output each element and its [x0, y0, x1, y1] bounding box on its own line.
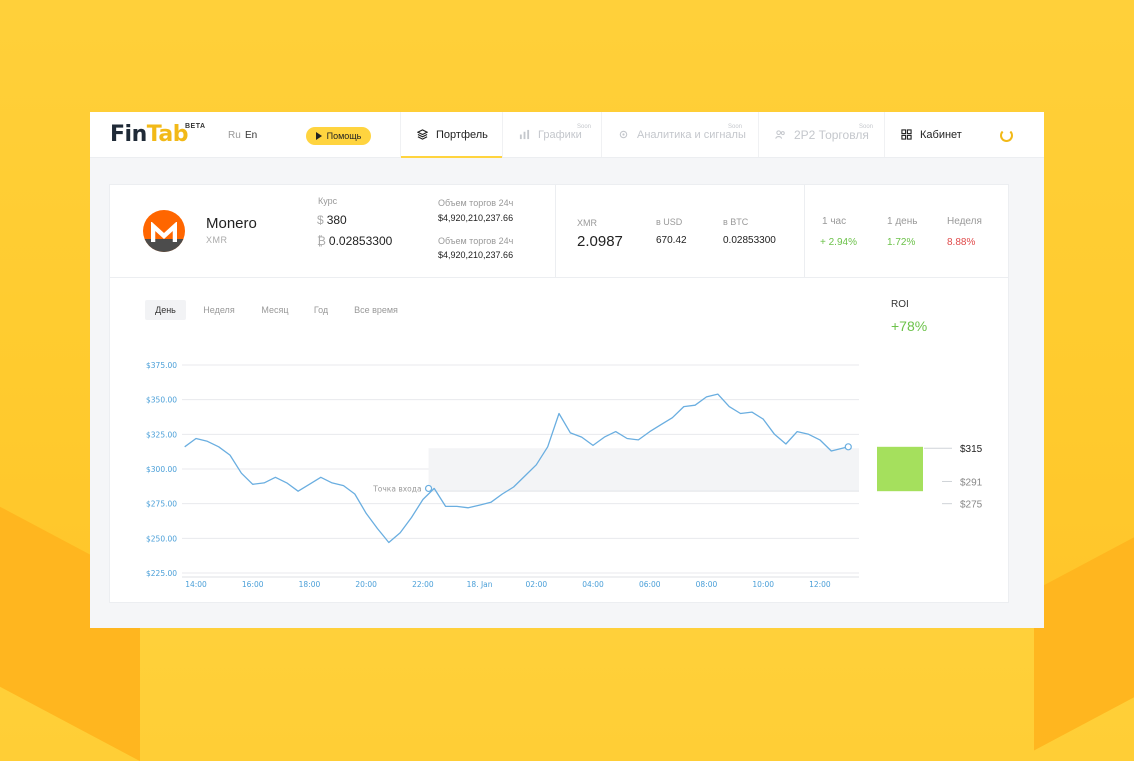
nav-analytics-label: Аналитика и сигналы [637, 128, 746, 141]
y-tick-label: $225.00 [146, 569, 177, 578]
gear-icon [619, 130, 628, 139]
current-point-marker [844, 443, 852, 451]
fintab-logo[interactable]: FinTab [110, 122, 189, 147]
entry-point-label: Точка входа [372, 484, 421, 493]
y-tick-label: $250.00 [146, 534, 177, 543]
x-tick-label: 08:00 [696, 580, 718, 589]
top-navigation-bar: FinTab BETA Ru En Помощь Портфель График… [90, 112, 1044, 158]
nav-analytics[interactable]: Аналитика и сигналы Soon [601, 112, 758, 157]
language-ru[interactable]: Ru [228, 130, 241, 141]
beta-badge: BETA [185, 123, 206, 130]
app-window: FinTab BETA Ru En Помощь Портфель График… [90, 112, 1044, 628]
x-tick-label: 18:00 [299, 580, 321, 589]
nav-p2p-trading[interactable]: 2P2 Торговля Soon [758, 112, 884, 157]
y-tick-label: $300.00 [146, 465, 177, 474]
help-button-label: Помощь [326, 131, 362, 141]
nav-account-label: Кабинет [920, 128, 962, 141]
nav-p2p-trading-label: 2P2 Торговля [794, 127, 869, 142]
layers-icon [417, 129, 428, 140]
level-label: $315 [960, 444, 983, 455]
language-en[interactable]: En [245, 130, 257, 141]
bar-chart-icon [519, 129, 530, 140]
price-chart: $375.00 $350.00 $325.00 $300.00 $275.00 $250.… [146, 361, 983, 589]
x-tick-label: 10:00 [752, 580, 774, 589]
x-tick-label: 18. Jan [467, 580, 493, 589]
coin-card: Monero XMR Курс $380 ₿ 0.02853300 Объем т… [109, 184, 1009, 603]
y-tick-label: $375.00 [146, 361, 177, 370]
x-tick-label: 04:00 [582, 580, 604, 589]
help-button[interactable]: Помощь [306, 127, 371, 145]
users-icon [775, 130, 785, 139]
y-tick-label: $275.00 [146, 500, 177, 509]
nav-account[interactable]: Кабинет [884, 112, 976, 157]
entry-zone [428, 448, 859, 492]
y-tick-label: $325.00 [146, 430, 177, 439]
nav-portfolio[interactable]: Портфель [400, 112, 502, 158]
nav-portfolio-label: Портфель [436, 128, 488, 141]
nav-charts-label: Графики [538, 128, 582, 141]
nav-analytics-soon: Soon [728, 124, 743, 130]
x-tick-label: 02:00 [526, 580, 548, 589]
gain-bar [877, 446, 923, 492]
level-label: $275 [960, 500, 983, 511]
entry-point-marker [424, 484, 433, 493]
x-tick-label: 12:00 [809, 580, 831, 589]
y-tick-label: $350.00 [146, 396, 177, 405]
x-tick-label: 06:00 [639, 580, 661, 589]
x-tick-label: 20:00 [355, 580, 377, 589]
level-label: $291 [960, 477, 983, 488]
nav-charts[interactable]: Графики Soon [502, 112, 601, 157]
x-tick-label: 14:00 [185, 580, 207, 589]
nav-charts-soon: Soon [577, 124, 592, 130]
nav-p2p-trading-soon: Soon [859, 124, 874, 130]
x-tick-label: 22:00 [412, 580, 434, 589]
x-tick-label: 16:00 [242, 580, 264, 589]
play-icon [315, 132, 322, 140]
grid-icon [901, 129, 912, 140]
background-shape-right [1034, 505, 1134, 751]
refresh-icon[interactable] [1000, 129, 1013, 142]
